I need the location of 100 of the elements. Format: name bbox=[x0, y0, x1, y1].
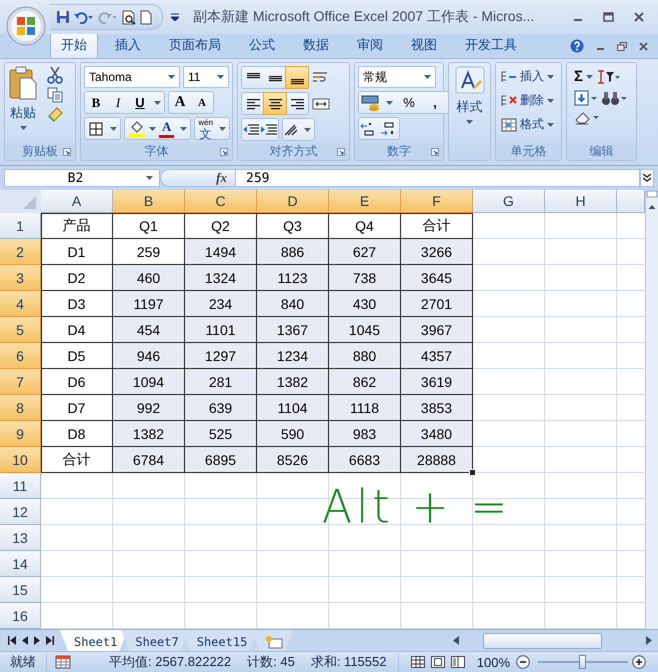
italic-button[interactable]: I bbox=[107, 92, 129, 113]
fill-icon[interactable] bbox=[574, 90, 598, 106]
zoom-level[interactable]: 100% bbox=[476, 654, 510, 670]
column-header[interactable]: D bbox=[257, 190, 329, 213]
row-header[interactable]: 15 bbox=[0, 577, 41, 603]
sheet-icon[interactable] bbox=[55, 655, 71, 669]
previous-sheet-icon[interactable] bbox=[22, 636, 28, 645]
caret-icon[interactable] bbox=[149, 126, 156, 130]
column-header[interactable]: F bbox=[401, 190, 473, 213]
column-header[interactable]: C bbox=[185, 190, 257, 213]
column-header[interactable]: E bbox=[329, 190, 401, 213]
next-sheet-icon[interactable] bbox=[34, 636, 40, 645]
row-header[interactable]: 10 bbox=[0, 447, 41, 473]
row-header[interactable]: 7 bbox=[0, 369, 41, 395]
row-header[interactable]: 14 bbox=[0, 551, 41, 577]
align-center-icon[interactable] bbox=[268, 96, 282, 110]
caret-icon[interactable] bbox=[547, 122, 554, 126]
dialog-launcher-icon[interactable] bbox=[220, 148, 228, 156]
comma-style-button[interactable]: , bbox=[422, 92, 448, 113]
zoom-in-icon[interactable] bbox=[632, 655, 646, 669]
cells-format-button[interactable]: 格式 bbox=[501, 114, 554, 135]
caret-icon[interactable] bbox=[146, 176, 153, 180]
binoculars-icon[interactable] bbox=[601, 90, 627, 106]
insert-cells-icon[interactable] bbox=[501, 70, 517, 84]
maximize-icon[interactable] bbox=[603, 12, 614, 22]
page-break-view-icon[interactable] bbox=[450, 656, 465, 668]
fill-color-icon[interactable] bbox=[128, 120, 146, 136]
caret-icon[interactable] bbox=[180, 126, 188, 130]
caret-icon[interactable] bbox=[386, 100, 393, 104]
caret-icon[interactable] bbox=[217, 75, 224, 79]
caret-icon[interactable] bbox=[304, 128, 311, 132]
first-sheet-icon[interactable] bbox=[8, 636, 16, 645]
merge-center-icon[interactable] bbox=[312, 96, 330, 110]
column-header[interactable]: B bbox=[113, 190, 185, 213]
save-icon[interactable] bbox=[56, 10, 70, 24]
ribbon-tab[interactable]: 审阅 bbox=[346, 31, 394, 58]
caret-icon[interactable] bbox=[110, 126, 117, 130]
formula-input[interactable]: 259 bbox=[236, 169, 640, 187]
ribbon-tab[interactable]: 插入 bbox=[104, 31, 152, 58]
column-header[interactable]: A bbox=[41, 190, 113, 213]
borders-icon[interactable] bbox=[88, 122, 104, 136]
new-document-icon[interactable] bbox=[140, 10, 152, 24]
decrease-indent-icon[interactable] bbox=[242, 122, 260, 136]
undo-icon[interactable] bbox=[74, 10, 94, 24]
customize-toolbar-icon[interactable] bbox=[171, 13, 179, 21]
shrink-font-button[interactable]: A bbox=[191, 92, 213, 113]
delete-cells-icon[interactable] bbox=[501, 94, 517, 108]
grow-font-button[interactable]: A bbox=[169, 92, 191, 113]
expand-formula-bar-icon[interactable] bbox=[643, 174, 651, 182]
caret-icon[interactable] bbox=[219, 126, 226, 130]
cells-delete-button[interactable]: 删除 bbox=[501, 90, 554, 111]
font-color-button[interactable]: A bbox=[159, 119, 174, 138]
help-icon[interactable] bbox=[570, 39, 584, 53]
caret-icon[interactable] bbox=[466, 120, 473, 124]
zoom-out-icon[interactable] bbox=[516, 655, 530, 669]
format-cells-icon[interactable] bbox=[501, 118, 517, 132]
caret-icon[interactable] bbox=[547, 98, 554, 102]
align-bottom-button[interactable] bbox=[286, 67, 308, 88]
row-header[interactable]: 11 bbox=[0, 473, 41, 499]
row-header[interactable]: 1 bbox=[0, 213, 41, 239]
row-header[interactable]: 9 bbox=[0, 421, 41, 447]
restore-icon[interactable] bbox=[617, 42, 627, 50]
dialog-launcher-icon[interactable] bbox=[431, 148, 439, 156]
close-icon[interactable] bbox=[639, 42, 648, 50]
vertical-scrollbar[interactable] bbox=[645, 190, 658, 629]
align-right-icon[interactable] bbox=[290, 96, 304, 110]
name-box[interactable]: B2 bbox=[4, 169, 160, 187]
dialog-launcher-icon[interactable] bbox=[63, 148, 71, 156]
number-format-dropdown[interactable]: 常规 bbox=[358, 66, 436, 88]
sort-filter-icon[interactable] bbox=[596, 70, 620, 84]
align-center-button[interactable] bbox=[264, 93, 286, 114]
row-header[interactable]: 6 bbox=[0, 343, 41, 369]
dialog-launcher-icon[interactable] bbox=[337, 148, 345, 156]
scroll-left-icon[interactable] bbox=[453, 636, 460, 645]
row-header[interactable]: 2 bbox=[0, 239, 41, 265]
row-header[interactable]: 3 bbox=[0, 265, 41, 291]
caret-icon[interactable] bbox=[20, 126, 26, 130]
bold-button[interactable]: B bbox=[85, 92, 107, 113]
row-header[interactable]: 8 bbox=[0, 395, 41, 421]
last-sheet-icon[interactable] bbox=[46, 636, 54, 645]
page-layout-view-icon[interactable] bbox=[430, 656, 445, 668]
ribbon-tab[interactable]: 公式 bbox=[238, 31, 286, 58]
caret-icon[interactable] bbox=[154, 100, 161, 104]
ribbon-tab[interactable]: 开发工具 bbox=[454, 31, 528, 58]
underline-button[interactable]: U bbox=[129, 92, 151, 113]
cells-insert-button[interactable]: 插入 bbox=[501, 66, 554, 87]
close-icon[interactable] bbox=[634, 12, 644, 22]
caret-icon[interactable] bbox=[168, 75, 175, 79]
insert-function-button[interactable]: fx bbox=[160, 169, 236, 187]
column-header[interactable]: G bbox=[473, 190, 545, 213]
ribbon-tab[interactable]: 视图 bbox=[400, 31, 448, 58]
caret-icon[interactable] bbox=[586, 74, 594, 78]
ribbon-tab[interactable]: 页面布局 bbox=[158, 31, 232, 58]
zoom-slider-thumb[interactable] bbox=[579, 655, 586, 669]
row-header[interactable]: 12 bbox=[0, 499, 41, 525]
row-header[interactable]: 13 bbox=[0, 525, 41, 551]
autosum-button[interactable]: Σ bbox=[574, 66, 594, 87]
scrollbar-thumb[interactable] bbox=[483, 632, 602, 648]
normal-view-icon[interactable] bbox=[410, 656, 425, 668]
fill-handle[interactable] bbox=[469, 469, 476, 476]
